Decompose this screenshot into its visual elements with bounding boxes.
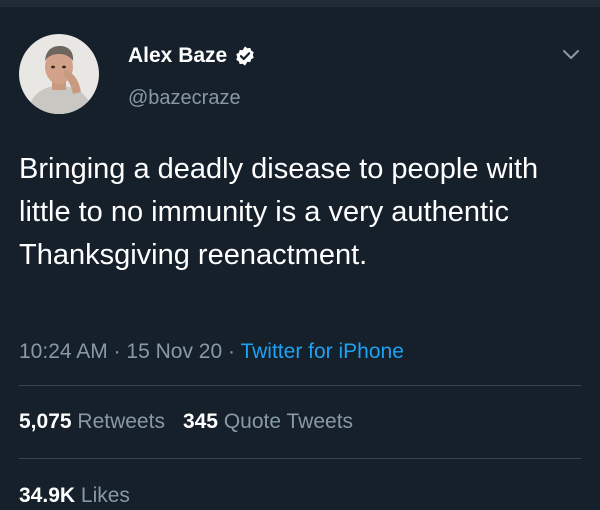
tweet-date[interactable]: 15 Nov 20 [126, 340, 222, 363]
avatar[interactable] [19, 34, 99, 114]
top-bar [0, 0, 600, 7]
chevron-down-icon[interactable] [560, 43, 582, 65]
engagement-stats: 5,075 Retweets 345 Quote Tweets [19, 410, 353, 434]
tweet-time[interactable]: 10:24 AM [19, 340, 108, 363]
tweet-meta: 10:24 AM · 15 Nov 20 · Twitter for iPhon… [19, 340, 404, 364]
divider [19, 385, 581, 386]
tweet-source-link[interactable]: Twitter for iPhone [240, 340, 403, 363]
likes-count: 34.9K [19, 484, 76, 507]
likes-stats: 34.9K Likes [19, 484, 130, 508]
divider [19, 458, 581, 459]
verified-badge-icon [234, 45, 256, 67]
tweet-text: Bringing a deadly disease to people with… [19, 153, 539, 271]
meta-separator: · [113, 340, 121, 363]
quote-tweets-label: Quote Tweets [223, 410, 354, 433]
retweets-stat[interactable]: 5,075 Retweets [19, 410, 165, 433]
author-handle[interactable]: @bazecraze [128, 87, 241, 110]
quote-tweets-count: 345 [182, 410, 218, 433]
likes-stat[interactable]: 34.9K Likes [19, 484, 130, 507]
tweet-detail: Alex Baze @bazecraze Bringing a deadly d… [0, 7, 600, 510]
retweets-count: 5,075 [19, 410, 72, 433]
quote-tweets-stat[interactable]: 345 Quote Tweets [183, 410, 353, 433]
likes-label: Likes [80, 484, 130, 507]
retweets-label: Retweets [77, 410, 165, 433]
author-name[interactable]: Alex Baze [128, 44, 227, 68]
author-row: Alex Baze [128, 44, 256, 68]
meta-separator: · [228, 340, 235, 363]
